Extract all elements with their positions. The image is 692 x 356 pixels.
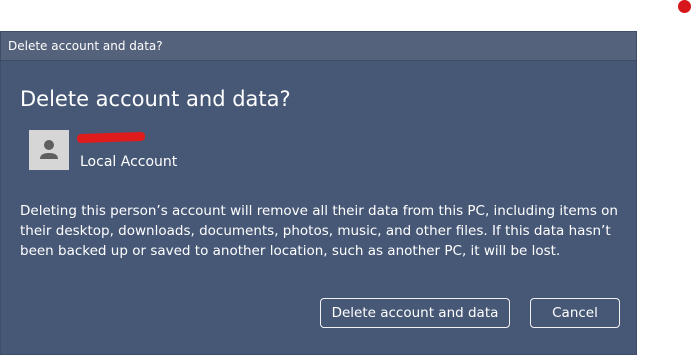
account-type-label: Local Account bbox=[80, 154, 178, 170]
delete-account-button[interactable]: Delete account and data bbox=[320, 298, 510, 328]
redacted-account-name bbox=[76, 131, 146, 144]
red-dot-marker bbox=[678, 0, 691, 13]
dialog-heading: Delete account and data? bbox=[20, 87, 291, 111]
dialog-titlebar: Delete account and data? bbox=[1, 32, 636, 61]
window-title: Delete account and data? bbox=[8, 39, 163, 53]
warning-message: Deleting this person’s account will remo… bbox=[20, 203, 618, 259]
screen: Delete account and data? Delete account … bbox=[0, 0, 692, 356]
person-icon bbox=[29, 130, 69, 170]
cancel-button[interactable]: Cancel bbox=[530, 298, 620, 328]
delete-account-dialog: Delete account and data? Delete account … bbox=[0, 31, 637, 355]
